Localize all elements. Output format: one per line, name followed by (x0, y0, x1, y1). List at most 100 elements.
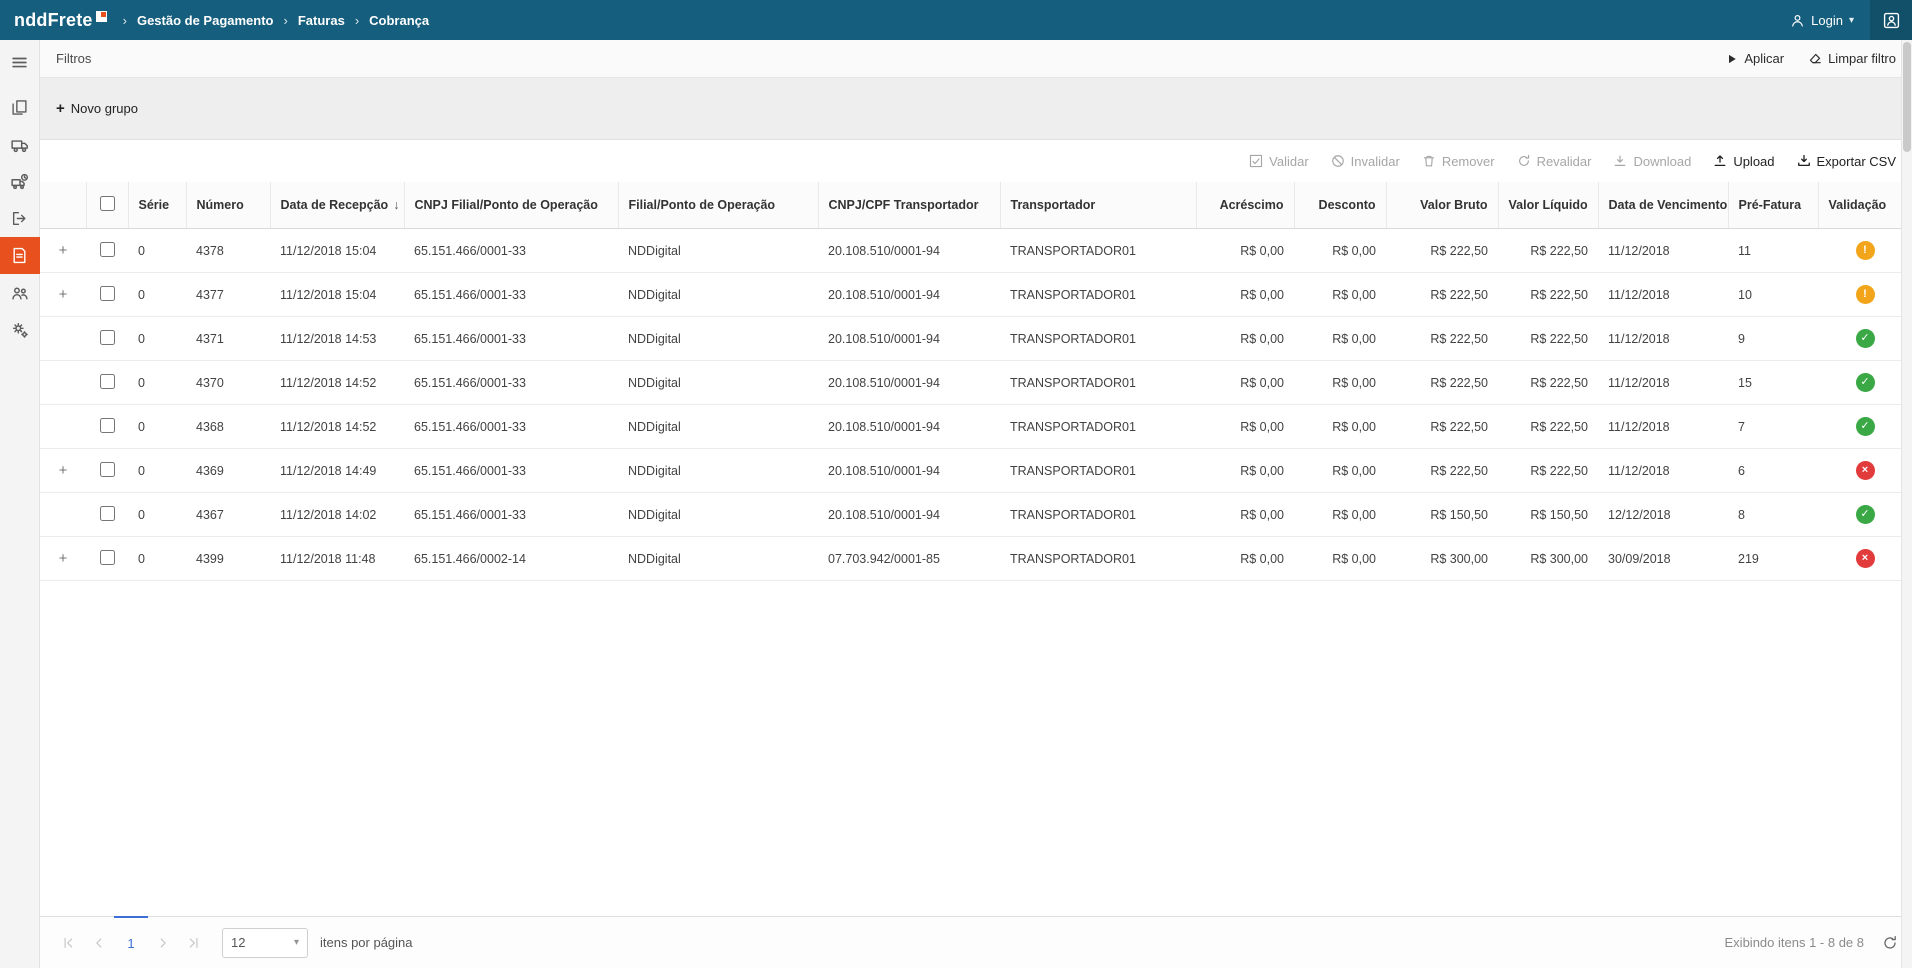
download-button[interactable]: Download (1613, 154, 1691, 169)
header-cnpj-transportador[interactable]: CNPJ/CPF Transportador (817, 182, 1000, 229)
sidebar-item-billing[interactable] (0, 237, 40, 274)
header-validacao[interactable]: Validação (1817, 182, 1912, 229)
cell-filial: NDDigital (618, 228, 818, 273)
slash-circle-icon (1331, 154, 1345, 168)
login-label: Login (1811, 12, 1843, 28)
cell-desconto: R$ 0,00 (1294, 272, 1386, 317)
sidebar-item-documents[interactable] (0, 89, 40, 126)
expander-cell (40, 492, 86, 537)
breadcrumb-item-gestao[interactable]: Gestão de Pagamento (137, 13, 274, 28)
page-number-1[interactable]: 1 (114, 916, 148, 968)
row-checkbox[interactable] (99, 549, 115, 565)
table-row: +0 4378 11/12/2018 15:04 65.151.466/0001-33… (40, 228, 1912, 273)
success-status-icon[interactable]: ✓ (1855, 417, 1875, 436)
header-numero[interactable]: Número (185, 182, 270, 229)
expand-row-button[interactable]: + (58, 550, 68, 567)
header-cnpj-filial[interactable]: CNPJ Filial/Ponto de Operação (403, 182, 618, 229)
expander-cell (40, 360, 86, 405)
cell-numero: 4371 (186, 316, 270, 361)
expand-row-button[interactable]: + (58, 242, 68, 259)
header-transportador[interactable]: Transportador (999, 182, 1196, 229)
breadcrumb-separator: › (283, 12, 288, 28)
row-checkbox[interactable] (99, 241, 115, 257)
grid-toolbar: Validar Invalidar Remover Revalidar Down… (40, 140, 1912, 182)
breadcrumb-item-cobranca[interactable]: Cobrança (369, 13, 429, 28)
warning-status-icon[interactable]: ! (1855, 241, 1875, 260)
login-menu-button[interactable]: Login ▾ (1784, 13, 1860, 28)
expand-row-button[interactable]: + (58, 286, 68, 303)
upload-label: Upload (1733, 153, 1775, 169)
grid-area: Série Número Data de Recepção ↓ CNPJ Fili… (40, 182, 1912, 916)
row-checkbox[interactable] (99, 373, 115, 389)
sidebar-item-logout[interactable] (0, 200, 40, 237)
expand-row-button[interactable]: + (58, 462, 68, 479)
app-logo[interactable]: nddFrete (14, 10, 107, 31)
cell-transportador: TRANSPORTADOR01 (1000, 360, 1196, 405)
remove-button[interactable]: Remover (1422, 154, 1495, 169)
header-filial[interactable]: Filial/Ponto de Operação (617, 182, 818, 229)
invalidate-button[interactable]: Invalidar (1331, 154, 1400, 169)
sidebar-menu-toggle[interactable] (0, 44, 40, 81)
row-checkbox[interactable] (99, 461, 115, 477)
prev-page-button[interactable] (84, 917, 114, 968)
header-data-recepcao[interactable]: Data de Recepção ↓ (269, 182, 404, 229)
error-status-icon[interactable]: × (1855, 461, 1875, 480)
cell-vencimento: 11/12/2018 (1598, 360, 1728, 405)
next-page-button[interactable] (148, 917, 178, 968)
success-status-icon[interactable]: ✓ (1855, 373, 1875, 392)
warning-status-icon[interactable]: ! (1855, 285, 1875, 304)
row-checkbox[interactable] (99, 417, 115, 433)
sidebar-item-fleet-schedule[interactable] (0, 163, 40, 200)
cell-valor-liquido: R$ 222,50 (1498, 316, 1598, 361)
scrollbar-thumb[interactable] (1903, 42, 1911, 152)
header-valor-bruto[interactable]: Valor Bruto (1385, 182, 1498, 229)
select-all-checkbox[interactable] (99, 196, 115, 211)
header-acrescimo[interactable]: Acréscimo (1195, 182, 1294, 229)
header-valor-liquido[interactable]: Valor Líquido (1497, 182, 1598, 229)
cell-cnpj-transportador: 20.108.510/0001-94 (818, 404, 1000, 449)
expander-cell: + (40, 228, 86, 273)
first-page-button[interactable] (54, 917, 84, 968)
validate-button[interactable]: Validar (1249, 154, 1309, 169)
apply-filter-button[interactable]: Aplicar (1726, 51, 1784, 66)
last-page-button[interactable] (178, 917, 208, 968)
upload-button[interactable]: Upload (1713, 153, 1775, 169)
topbar-right: Login ▾ (1784, 0, 1912, 40)
refresh-grid-button[interactable] (1882, 935, 1898, 951)
validate-label: Validar (1269, 153, 1309, 169)
page-size-dropdown[interactable]: 12 ▾ (222, 927, 308, 958)
export-csv-button[interactable]: Exportar CSV (1797, 154, 1896, 169)
cell-desconto: R$ 0,00 (1294, 316, 1386, 361)
sidebar-item-users[interactable] (0, 274, 40, 311)
user-menu-button[interactable] (1870, 0, 1912, 40)
truck-clock-icon (10, 173, 29, 191)
header-data-vencimento[interactable]: Data de Vencimento (1597, 182, 1728, 229)
breadcrumb-item-faturas[interactable]: Faturas (298, 13, 345, 28)
success-status-icon[interactable]: ✓ (1855, 505, 1875, 524)
header-serie[interactable]: Série (127, 182, 186, 229)
header-checkbox-cell (85, 182, 128, 229)
header-desconto[interactable]: Desconto (1293, 182, 1386, 229)
success-status-icon[interactable]: ✓ (1855, 329, 1875, 348)
validation-cell: ✓ (1818, 316, 1912, 361)
sidebar-item-settings[interactable] (0, 311, 40, 348)
vertical-scrollbar[interactable] (1901, 40, 1912, 968)
row-checkbox[interactable] (99, 505, 115, 521)
cell-cnpj-transportador: 07.703.942/0001-85 (818, 536, 1000, 581)
clear-filter-button[interactable]: Limpar filtro (1808, 51, 1896, 66)
row-checkbox[interactable] (99, 329, 115, 345)
revalidate-button[interactable]: Revalidar (1517, 154, 1591, 169)
checkbox-cell (86, 492, 128, 537)
cell-numero: 4377 (186, 272, 270, 317)
pager: 1 12 ▾ itens por página Exibindo itens 1… (40, 916, 1912, 968)
row-checkbox[interactable] (99, 285, 115, 301)
error-status-icon[interactable]: × (1855, 549, 1875, 568)
header-pre-fatura[interactable]: Pré-Fatura (1727, 182, 1818, 229)
logo-flag-icon (95, 10, 107, 22)
new-group-button[interactable]: + Novo grupo (56, 100, 138, 117)
filter-group-panel: + Novo grupo (40, 78, 1912, 140)
sidebar-item-truck[interactable] (0, 126, 40, 163)
cell-serie: 0 (128, 536, 186, 581)
cell-vencimento: 11/12/2018 (1598, 316, 1728, 361)
cell-filial: NDDigital (618, 360, 818, 405)
